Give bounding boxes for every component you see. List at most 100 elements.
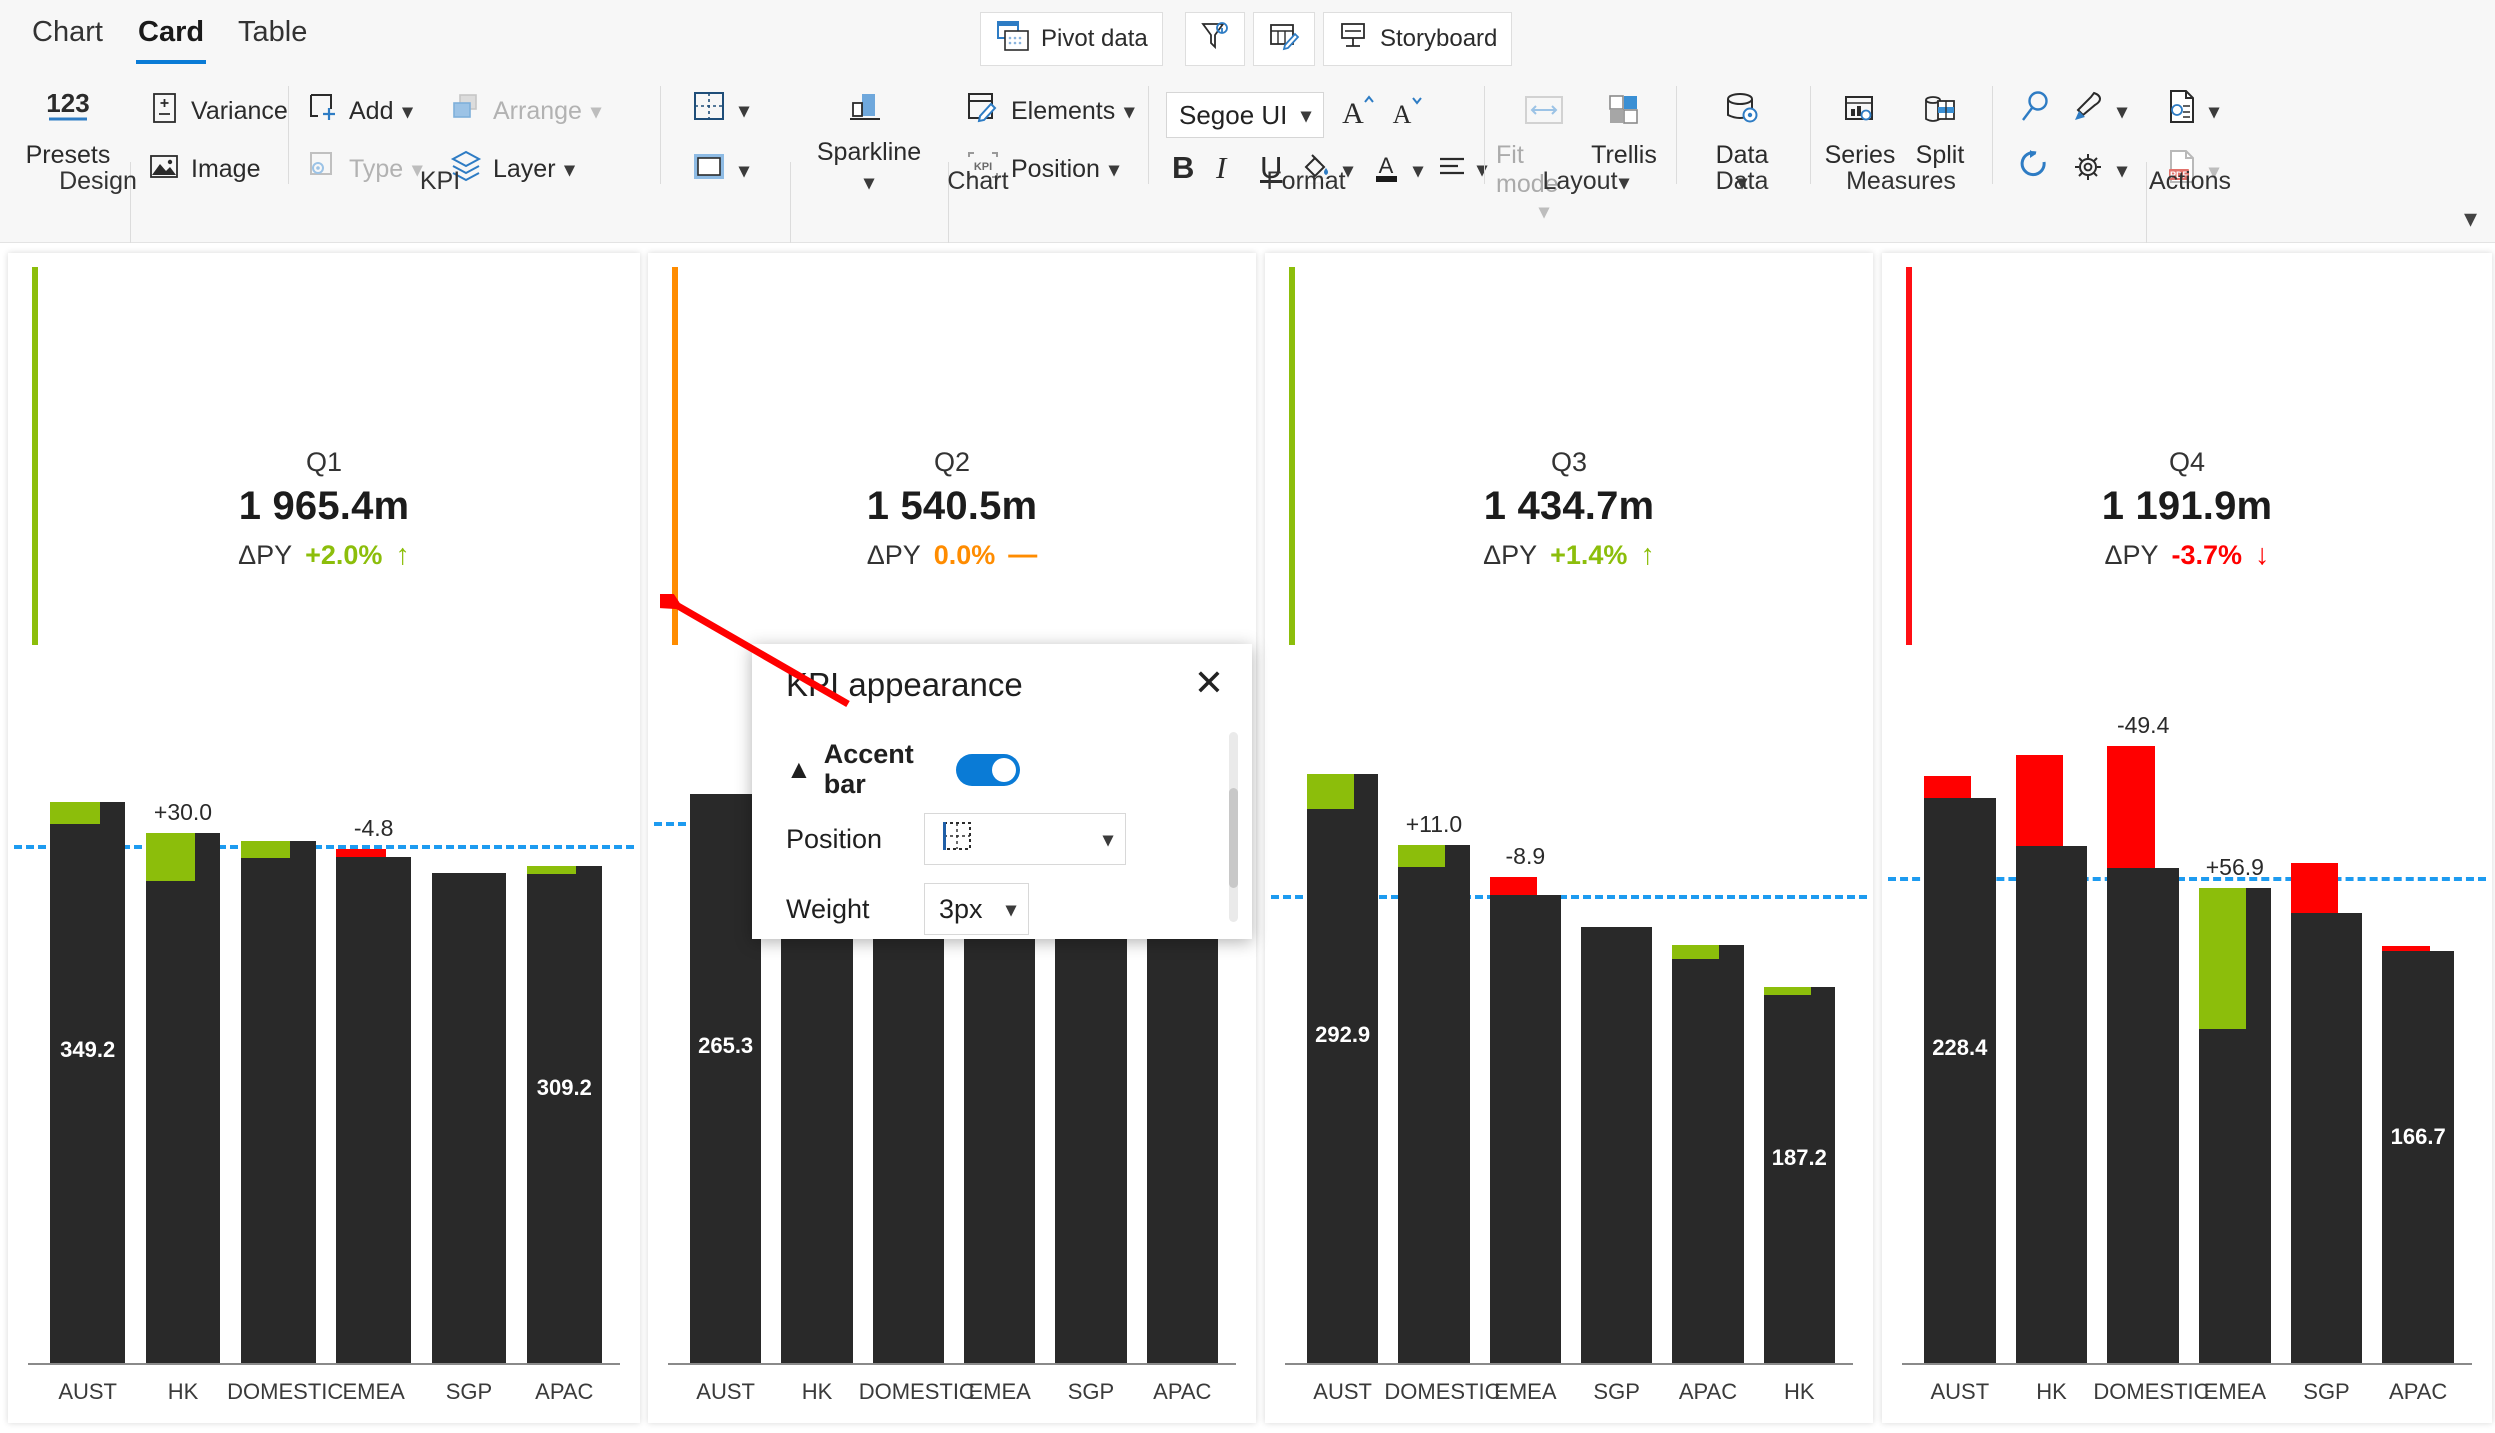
- bar[interactable]: [2107, 868, 2179, 1363]
- variance-bar[interactable]: [1398, 844, 1446, 867]
- variance-bar[interactable]: [2290, 863, 2338, 913]
- split-button[interactable]: Split: [1898, 92, 1982, 170]
- kpi-card[interactable]: Q1 1 965.4m ΔPY +2.0% ↑ 349.2 AUST +30.0 HK DOMES…: [8, 253, 640, 1423]
- weight-row: Weight 3px ▾: [786, 883, 1216, 935]
- chevron-down-icon[interactable]: ▾: [739, 98, 749, 123]
- variance-bar[interactable]: [1924, 775, 1972, 799]
- presets-button[interactable]: 123 Presets: [18, 86, 118, 170]
- x-axis: [1285, 1363, 1853, 1365]
- chevron-down-icon[interactable]: ▾: [1103, 827, 1113, 852]
- layout-grid-icon: [690, 88, 730, 133]
- variance-bar[interactable]: [50, 801, 100, 825]
- variance-bar[interactable]: [2107, 746, 2155, 869]
- bar[interactable]: [241, 840, 316, 1363]
- chevron-down-icon[interactable]: ▾: [1301, 103, 1311, 128]
- bar[interactable]: [145, 832, 221, 1363]
- group-label-data: Data: [1715, 167, 1769, 195]
- add-label: Add: [349, 97, 394, 125]
- variance-data-label: +56.9: [2205, 854, 2264, 881]
- ribbon-group-design: 123 Presets Variance Image Design: [8, 76, 288, 260]
- variance-bar[interactable]: [1672, 945, 1720, 960]
- variance-bar[interactable]: [527, 865, 577, 874]
- font-name-box[interactable]: Segoe UI ▾: [1166, 92, 1324, 138]
- frame-button[interactable]: ▾: [690, 148, 749, 193]
- filter-button[interactable]: [1185, 12, 1245, 66]
- svg-text:123: 123: [46, 88, 89, 118]
- accent-bar-toggle[interactable]: [955, 753, 1020, 786]
- document-settings-button[interactable]: ▾: [2164, 88, 2219, 135]
- add-kpi-button[interactable]: Add ▾: [304, 90, 413, 133]
- zoom-search-button[interactable]: [2018, 88, 2054, 135]
- tab-table[interactable]: Table: [228, 8, 317, 66]
- chevron-down-icon[interactable]: ▾: [1006, 897, 1016, 922]
- chevron-down-icon[interactable]: ▾: [1109, 157, 1119, 182]
- chevron-down-icon[interactable]: ▾: [402, 99, 412, 124]
- chevron-down-icon[interactable]: ▾: [1124, 99, 1134, 124]
- variance-bar[interactable]: [145, 832, 195, 881]
- pivot-data-button[interactable]: Pivot data: [980, 12, 1163, 66]
- storyboard-button[interactable]: Storyboard: [1323, 12, 1513, 66]
- svg-text:A: A: [1393, 100, 1412, 129]
- variance-trend-icon: —: [1008, 539, 1038, 571]
- chevron-down-icon[interactable]: ▾: [1539, 199, 1549, 224]
- variance-bar[interactable]: [1763, 986, 1811, 995]
- group-label-layout: Layout: [1542, 167, 1618, 195]
- bar-value-label: 265.3: [698, 1033, 754, 1059]
- bar[interactable]: [50, 801, 125, 1363]
- arrange-icon: [448, 90, 484, 133]
- bar[interactable]: [1924, 798, 1996, 1363]
- variance-bar[interactable]: [1307, 774, 1355, 809]
- close-icon[interactable]: ✕: [1186, 660, 1232, 706]
- chevron-down-icon[interactable]: ▾: [739, 158, 749, 183]
- position-select[interactable]: ▾: [924, 813, 1126, 865]
- chevron-down-icon[interactable]: ▾: [2117, 99, 2127, 124]
- chevron-down-icon[interactable]: ▾: [2209, 99, 2219, 124]
- bar[interactable]: [1307, 774, 1379, 1363]
- position-label: Position: [786, 823, 883, 854]
- bar[interactable]: [431, 872, 507, 1363]
- weight-select[interactable]: 3px ▾: [924, 883, 1029, 935]
- bar[interactable]: [1672, 945, 1744, 1363]
- layout-grid-button[interactable]: ▾: [690, 88, 749, 133]
- arrange-button[interactable]: Arrange ▾: [448, 90, 601, 133]
- scrollbar-thumb[interactable]: [1229, 788, 1238, 888]
- popup-scrollbar[interactable]: [1229, 732, 1238, 922]
- category-label: DOMESTIC: [1384, 1379, 1501, 1404]
- bar[interactable]: [527, 865, 602, 1363]
- category-label: HK: [2036, 1379, 2067, 1404]
- format-painter-button[interactable]: ▾: [2070, 88, 2127, 135]
- bar[interactable]: [1581, 926, 1653, 1363]
- variance-bar[interactable]: [2382, 945, 2430, 951]
- kpi-header: Q1 1 965.4m ΔPY +2.0% ↑: [8, 253, 640, 658]
- variance-bar[interactable]: [2199, 888, 2247, 1029]
- bar[interactable]: [336, 856, 411, 1363]
- table-edit-button[interactable]: [1253, 12, 1315, 66]
- bar[interactable]: [1398, 844, 1470, 1363]
- variance-button[interactable]: Variance: [146, 90, 288, 133]
- bar[interactable]: [690, 794, 762, 1363]
- variance-bar[interactable]: [1489, 876, 1537, 895]
- bar[interactable]: [2015, 846, 2088, 1363]
- chevron-up-icon[interactable]: ▲: [786, 754, 812, 785]
- bar[interactable]: [1763, 986, 1835, 1363]
- chevron-down-icon[interactable]: ▾: [591, 99, 601, 124]
- chevron-down-icon[interactable]: ▾: [864, 170, 874, 195]
- ribbon-collapse-button[interactable]: ▾: [2464, 203, 2477, 234]
- shrink-font-button[interactable]: A: [1388, 90, 1428, 137]
- grow-font-button[interactable]: A: [1338, 90, 1378, 137]
- kpi-card[interactable]: Q4 1 191.9m ΔPY -3.7% ↓ 228.4 AUST HK -49.4 DOMES…: [1882, 253, 2492, 1423]
- variance-bar[interactable]: [336, 848, 386, 857]
- bar[interactable]: [2382, 950, 2454, 1363]
- bar[interactable]: [1489, 894, 1561, 1363]
- variance-trend-icon: ↑: [395, 539, 410, 571]
- tab-chart[interactable]: Chart: [22, 8, 113, 66]
- bar[interactable]: [2290, 912, 2363, 1363]
- series-button[interactable]: Series: [1818, 92, 1902, 170]
- tab-card[interactable]: Card: [128, 8, 214, 66]
- elements-button[interactable]: Elements ▾: [964, 90, 1134, 133]
- variance-bar[interactable]: [241, 840, 291, 859]
- kpi-card[interactable]: Q3 1 434.7m ΔPY +1.4% ↑ 292.9 AUST +11.0 DOMESTI…: [1265, 253, 1873, 1423]
- chevron-down-icon[interactable]: ▾: [1477, 157, 1487, 182]
- kpi-title: Q4: [2168, 447, 2206, 477]
- variance-bar[interactable]: [2015, 754, 2063, 847]
